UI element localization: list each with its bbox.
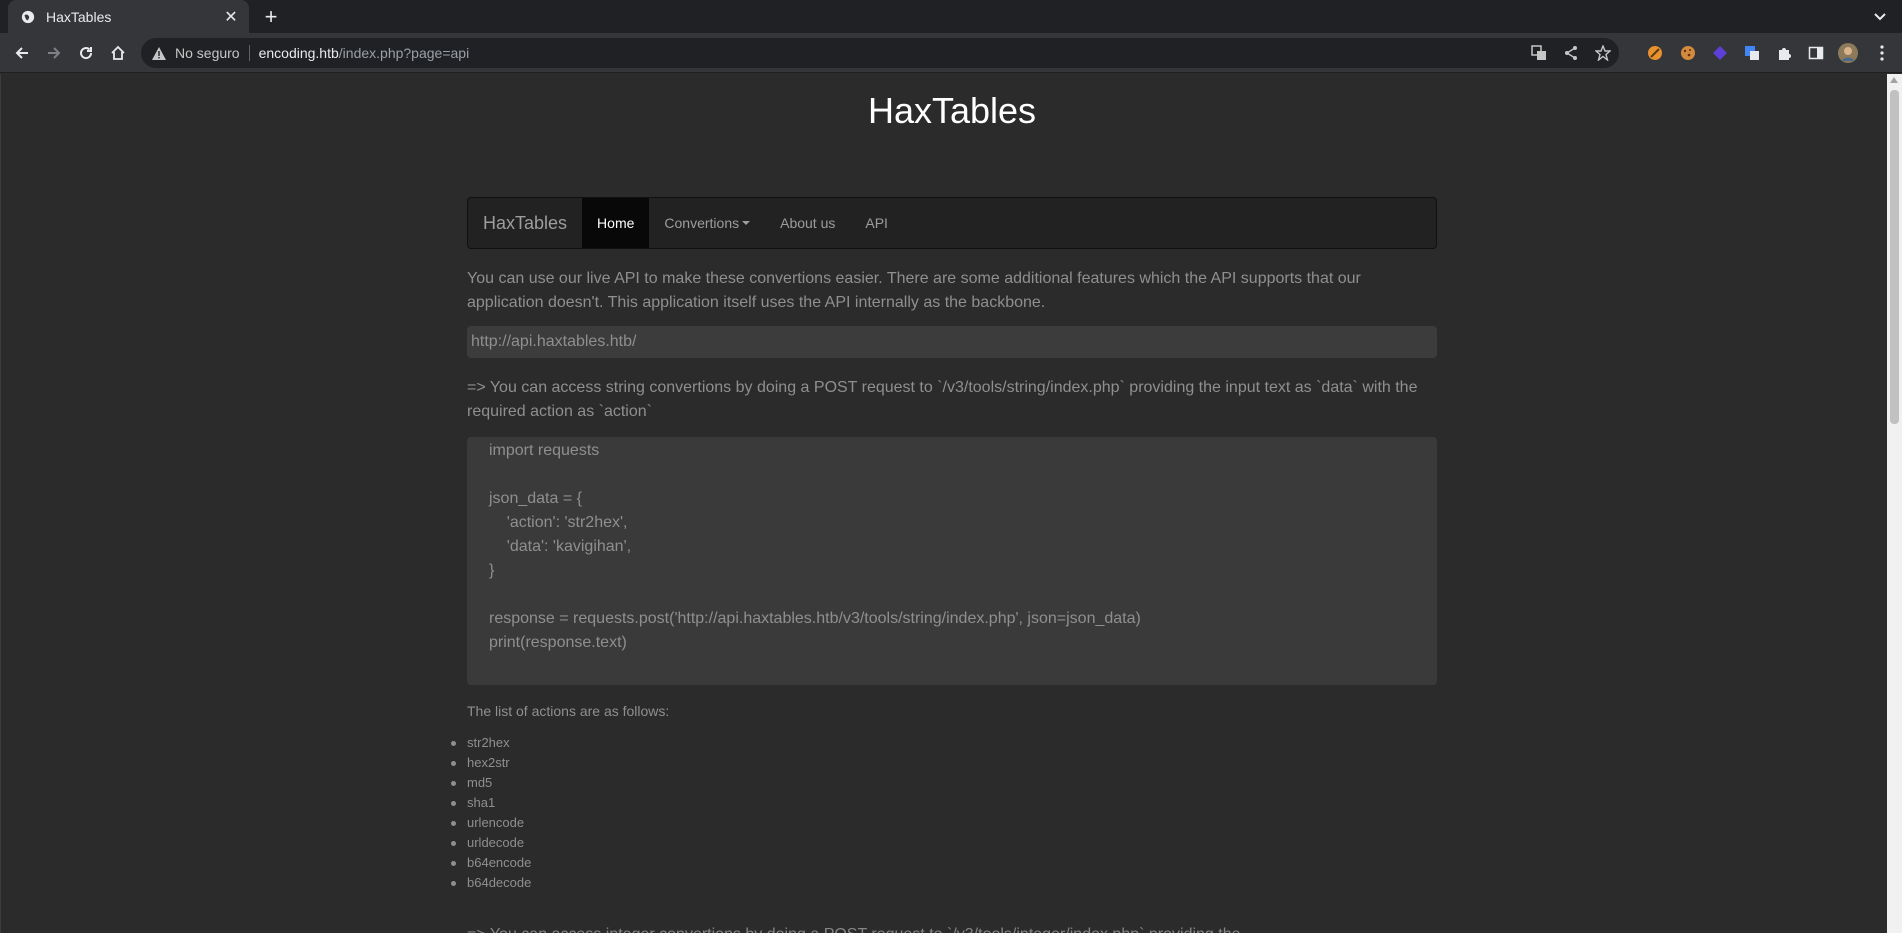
browser-toolbar: No seguro encoding.htb /index.php?page=a… — [0, 33, 1902, 73]
translate-icon[interactable] — [1523, 45, 1555, 61]
tab-title: HaxTables — [46, 8, 112, 25]
close-tab-icon[interactable]: ✕ — [219, 5, 243, 29]
list-item: hex2str — [451, 753, 1437, 773]
list-item: b64decode — [451, 873, 1437, 893]
code-sample: import requests json_data = { 'action': … — [467, 437, 1437, 685]
bookmark-star-icon[interactable] — [1587, 45, 1619, 61]
nav-home-label: Home — [597, 215, 635, 231]
list-item: str2hex — [451, 733, 1437, 753]
code-line: import requests — [489, 442, 600, 459]
extensions-puzzle-icon[interactable] — [1774, 43, 1794, 63]
scroll-up-icon[interactable] — [1890, 77, 1898, 83]
new-tab-button[interactable]: + — [258, 4, 284, 30]
nav-about-us[interactable]: About us — [765, 198, 850, 248]
list-item: md5 — [451, 773, 1437, 793]
site-title: HaxTables — [867, 90, 1037, 131]
code-line: response = requests.post('http://api.hax… — [489, 610, 1141, 627]
address-bar[interactable]: No seguro encoding.htb /index.php?page=a… — [141, 38, 1619, 68]
list-item: b64encode — [451, 853, 1437, 873]
api-url-box: http://api.haxtables.htb/ — [467, 326, 1437, 358]
side-panel-icon[interactable] — [1806, 43, 1826, 63]
reload-icon[interactable] — [72, 39, 100, 67]
browser-tab[interactable]: HaxTables ✕ — [8, 0, 249, 33]
security-label[interactable]: No seguro — [175, 45, 240, 61]
list-item: urlencode — [451, 813, 1437, 833]
api-intro-text: You can use our live API to make these c… — [467, 270, 1361, 311]
nav-convertions-dropdown[interactable]: Convertions — [649, 198, 765, 248]
home-icon[interactable] — [104, 39, 132, 67]
list-item: sha1 — [451, 793, 1437, 813]
back-icon[interactable] — [8, 39, 36, 67]
nav-convertions-label: Convertions — [664, 215, 740, 231]
page-viewport: HaxTables HaxTables Home Convertions Abo… — [0, 74, 1887, 933]
omnibox-separator — [248, 45, 250, 61]
tab-strip: HaxTables ✕ + — [0, 0, 1902, 33]
actions-list-title: The list of actions are as follows: — [467, 703, 670, 719]
actions-list: str2hex hex2str md5 sha1 urlencode urlde… — [451, 733, 1437, 893]
nav-api[interactable]: API — [850, 198, 903, 248]
cookie-icon[interactable] — [1678, 43, 1698, 63]
caret-down-icon — [742, 221, 751, 225]
browser-menu-icon[interactable] — [1872, 43, 1892, 63]
extension-orange-icon[interactable] — [1645, 43, 1665, 63]
nav-api-label: API — [865, 215, 888, 231]
code-line: json_data = { — [489, 490, 582, 507]
code-line: 'action': 'str2hex', — [489, 514, 628, 531]
google-translate-icon[interactable] — [1742, 43, 1762, 63]
extension-purple-icon[interactable] — [1710, 43, 1730, 63]
scrollbar-thumb[interactable] — [1890, 90, 1899, 424]
list-item: urldecode — [451, 833, 1437, 853]
url-path: /index.php?page=api — [338, 45, 470, 61]
navbar-brand[interactable]: HaxTables — [468, 198, 582, 248]
share-icon[interactable] — [1555, 45, 1587, 61]
nav-home[interactable]: Home — [582, 198, 650, 248]
forward-icon[interactable] — [40, 39, 68, 67]
profile-avatar[interactable] — [1838, 43, 1858, 63]
code-line: 'data': 'kavigihan', — [489, 538, 632, 555]
page-scrollbar[interactable] — [1887, 74, 1902, 933]
code-line: } — [489, 562, 495, 579]
navbar: HaxTables Home Convertions About us API — [467, 197, 1437, 249]
url-host: encoding.htb — [258, 45, 339, 61]
warning-icon[interactable] — [151, 45, 167, 61]
nav-about-label: About us — [780, 215, 836, 231]
code-line: print(response.text) — [489, 634, 627, 651]
string-convertions-desc: => You can access string convertions by … — [467, 379, 1418, 420]
globe-icon — [20, 9, 36, 25]
tab-search-icon[interactable] — [1868, 5, 1892, 29]
integer-convertions-desc: => You can access integer convertions by… — [467, 923, 1437, 933]
